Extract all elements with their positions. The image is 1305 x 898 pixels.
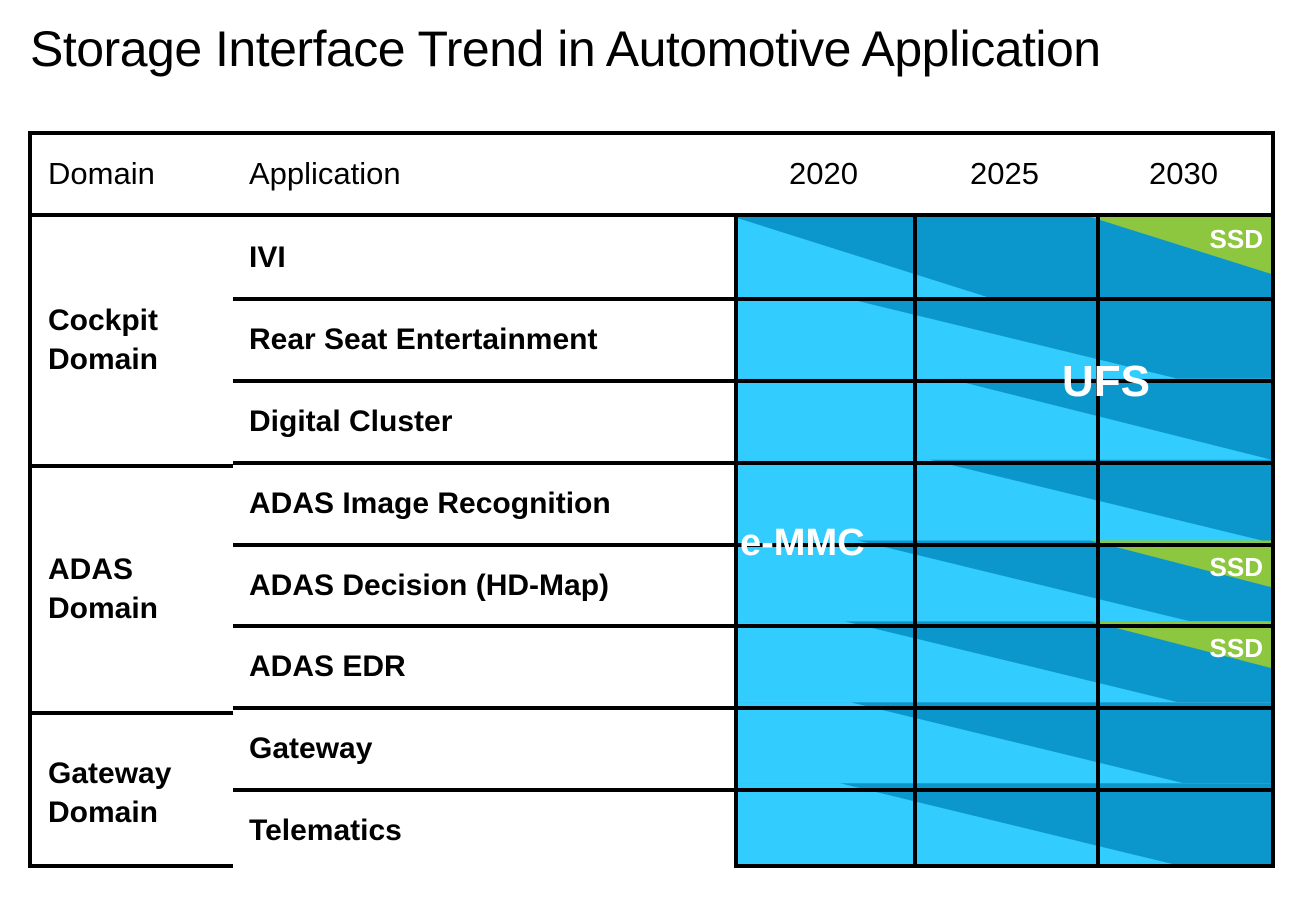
interface-trend-chart [734,217,1271,864]
application-cell: Rear Seat Entertainment [233,299,734,381]
col-rule-application-2020 [734,217,738,864]
chart-row-band [734,297,1271,379]
application-cell: ADAS Image Recognition [233,463,734,545]
application-row-divider [233,379,734,383]
chart-row-divider [734,379,1271,383]
domain-label: Cockpit Domain [48,304,159,376]
chart-row-band [734,378,1271,460]
application-label: Telematics [249,814,402,847]
header-year-2030: 2030 [1149,156,1218,191]
col-rule-2020-2025 [913,217,917,864]
col-rule-2025-2030 [1096,217,1100,864]
chart-row-band [734,217,1271,298]
application-label: ADAS Image Recognition [249,487,611,520]
application-row-divider [233,624,734,628]
page-title: Storage Interface Trend in Automotive Ap… [30,21,1101,77]
domain-label: ADAS Domain [48,553,159,625]
application-cell: Telematics [233,790,734,872]
application-cell: ADAS EDR [233,626,734,708]
application-row-divider [233,788,734,792]
chart-row-band [734,621,1271,703]
domain-label: Gateway Domain [48,757,172,829]
storage-trend-table: Domain Application 2020 2025 2030 Cockpi… [28,131,1275,872]
application-cell: ADAS Decision (HD-Map) [233,545,734,626]
application-label: ADAS EDR [249,650,406,683]
application-label: Gateway [249,732,373,765]
domain-cell-cockpit: Cockpit Domain [32,217,233,464]
chart-row-divider [734,624,1271,628]
table-header-row: Domain Application 2020 2025 2030 [32,135,1271,213]
chart-row-band [734,540,1271,622]
chart-row-divider [734,543,1271,547]
application-cell: IVI [233,217,734,299]
header-application: Application [249,156,401,191]
chart-row-divider [734,461,1271,465]
table-body: Cockpit Domain ADAS Domain Gateway Domai… [32,217,1271,872]
application-cell: Digital Cluster [233,381,734,463]
header-domain: Domain [48,156,155,191]
application-label: Rear Seat Entertainment [249,323,598,356]
chart-row-divider [734,706,1271,710]
domain-divider-1 [32,464,233,468]
chart-row-band [734,702,1271,784]
domain-cell-adas: ADAS Domain [32,468,233,711]
application-cell: Gateway [233,708,734,790]
chart-row-divider [734,297,1271,301]
application-label: Digital Cluster [249,405,453,438]
application-row-divider [233,706,734,710]
chart-row-divider [734,788,1271,792]
chart-row-band [734,459,1271,541]
header-year-2025: 2025 [970,156,1039,191]
domain-divider-2 [32,711,233,715]
chart-row-band [734,783,1271,864]
application-label: IVI [249,241,286,274]
header-year-2020: 2020 [789,156,858,191]
domain-cell-gateway: Gateway Domain [32,715,233,872]
application-row-divider [233,461,734,465]
chart-svg [734,217,1271,864]
application-row-divider [233,543,734,547]
application-label: ADAS Decision (HD-Map) [249,568,610,602]
application-row-divider [233,297,734,301]
